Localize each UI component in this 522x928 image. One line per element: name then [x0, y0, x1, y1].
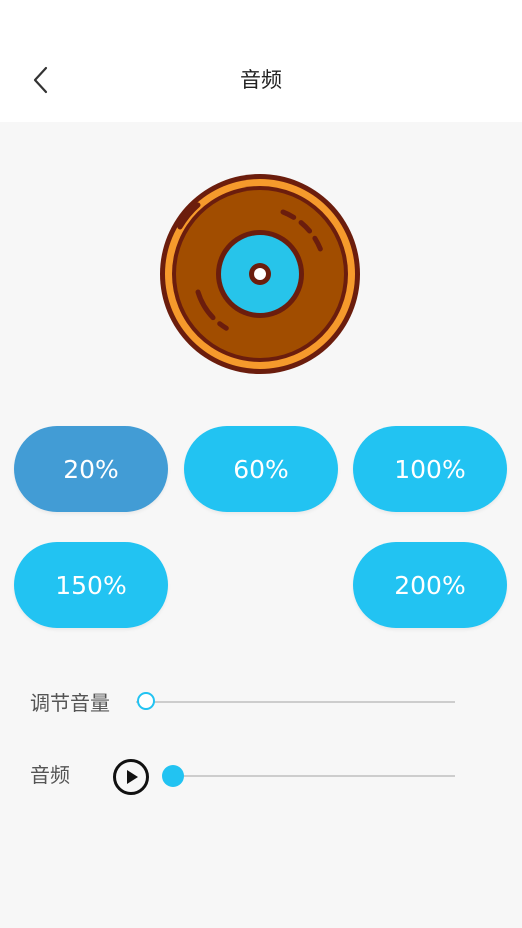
- play-circle-icon: [113, 759, 149, 795]
- page-title: 音频: [240, 68, 282, 92]
- speed-button-20[interactable]: 20%: [14, 426, 168, 512]
- play-button[interactable]: [112, 758, 150, 796]
- audio-progress-track[interactable]: [172, 775, 455, 777]
- vinyl-record-icon: [158, 172, 362, 376]
- speed-button-150[interactable]: 150%: [14, 542, 168, 628]
- audio-label: 音频: [30, 763, 70, 787]
- speed-button-200[interactable]: 200%: [353, 542, 507, 628]
- audio-progress-thumb[interactable]: [162, 765, 184, 787]
- volume-slider-thumb[interactable]: [137, 692, 155, 710]
- speed-button-100[interactable]: 100%: [353, 426, 507, 512]
- speed-button-60[interactable]: 60%: [184, 426, 338, 512]
- volume-slider-track[interactable]: [136, 701, 455, 703]
- volume-label: 调节音量: [30, 691, 110, 715]
- top-bar: 音频: [0, 0, 522, 122]
